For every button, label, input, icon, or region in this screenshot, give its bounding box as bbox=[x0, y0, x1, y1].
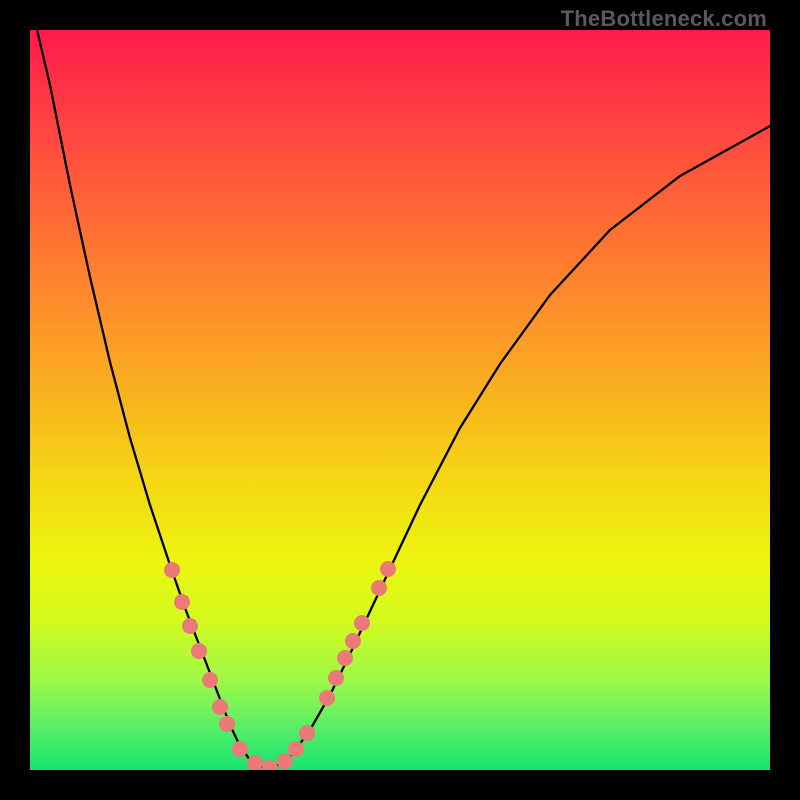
marker-dot bbox=[319, 690, 335, 706]
curve bbox=[30, 30, 770, 767]
marker-dot bbox=[345, 633, 361, 649]
marker-dot bbox=[380, 561, 396, 577]
marker-dot bbox=[299, 725, 315, 741]
chart-frame: TheBottleneck.com bbox=[0, 0, 800, 800]
marker-dot bbox=[262, 760, 278, 770]
chart-plot-area bbox=[30, 30, 770, 770]
chart-svg bbox=[30, 30, 770, 770]
marker-dot bbox=[182, 618, 198, 634]
marker-dot bbox=[191, 643, 207, 659]
marker-dot bbox=[354, 615, 370, 631]
marker-dot bbox=[337, 650, 353, 666]
marker-dot bbox=[164, 562, 180, 578]
marker-dot bbox=[202, 672, 218, 688]
marker-dot bbox=[288, 741, 304, 757]
marker-dot bbox=[371, 580, 387, 596]
marker-dot bbox=[174, 594, 190, 610]
marker-dot bbox=[277, 753, 293, 769]
marker-dot bbox=[219, 716, 235, 732]
marker-dot bbox=[232, 741, 248, 757]
marker-dot bbox=[328, 670, 344, 686]
brand-watermark: TheBottleneck.com bbox=[561, 6, 767, 32]
marker-dot bbox=[212, 699, 228, 715]
